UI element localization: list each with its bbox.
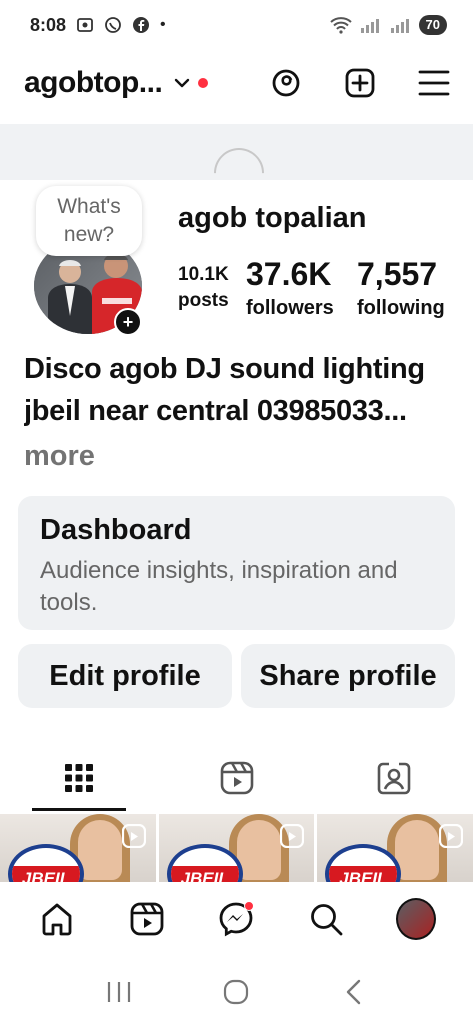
recent-apps-button[interactable] [99,972,139,1012]
tab-tagged[interactable] [315,752,473,804]
posts-value: 10.1K [178,264,229,285]
account-switcher[interactable]: agobtop... [24,66,163,100]
search-icon [311,904,343,936]
nav-search[interactable] [306,899,346,939]
followers-value: 37.6K [246,256,332,292]
dashboard-title: Dashboard [40,514,192,546]
nav-profile[interactable] [396,898,437,940]
notification-dot: • [160,16,166,33]
profile-avatar-small [396,898,437,940]
add-story-button[interactable]: + [114,308,142,336]
share-profile-button[interactable]: Share profile [241,644,455,708]
home-circle-icon [224,979,249,1005]
avatar-person-left [48,260,92,334]
reel-badge-icon [280,824,305,848]
profile-display-name: agob topalian [178,202,367,234]
tagged-icon [377,762,411,795]
whats-new-line-2: new? [63,223,115,246]
recent-apps-icon [107,982,130,1002]
threads-icon[interactable] [269,66,303,100]
grid-post-thumbnail[interactable]: JBEIL [317,814,473,882]
profile-content-tabs [0,752,473,812]
posts-grid: JBEIL JBEIL JBEIL [0,814,473,882]
screenshot-icon [76,16,94,34]
followers-count[interactable]: 37.6K followers [246,256,334,320]
back-icon [346,979,361,1005]
following-label: following [357,297,445,319]
nav-messenger[interactable] [216,899,256,939]
grid-post-thumbnail[interactable]: JBEIL [0,814,156,882]
reels-icon [130,902,164,936]
signal-icon-2 [389,16,413,34]
menu-icon[interactable] [417,66,451,100]
profile-bio: Disco agob DJ sound lighting jbeil near … [24,348,454,432]
whats-new-line-1: What's [57,195,121,218]
status-time: 8:08 [30,14,67,35]
bottom-navigation [0,888,473,950]
whats-new-bubble[interactable]: What's new? [36,186,142,256]
home-button[interactable] [216,972,256,1012]
active-tab-indicator [32,808,126,811]
reel-badge-icon [439,824,464,848]
nav-reels[interactable] [127,899,167,939]
professional-dashboard-card[interactable]: Dashboard Audience insights, inspiration… [18,496,455,630]
tab-reels[interactable] [158,752,316,804]
facebook-icon [132,16,150,34]
signal-icon [359,16,383,34]
followers-label: followers [246,297,334,319]
following-value: 7,557 [357,256,438,292]
grid-icon [64,764,93,792]
wifi-icon [329,16,353,34]
home-icon [42,903,72,936]
refresh-loading-area [0,124,473,180]
edit-profile-button[interactable]: Edit profile [18,644,232,708]
bio-line-2: jbeil near central 03985033... [24,395,407,427]
loading-spinner-icon [203,137,275,180]
chevron-down-icon[interactable] [174,74,192,92]
profile-header: agobtop... [0,56,473,110]
posts-label: posts [178,290,229,311]
status-bar: 8:08 • 70 [0,0,473,50]
battery-level: 70 [418,15,447,35]
whatsapp-icon [104,16,122,34]
new-post-icon[interactable] [343,66,377,100]
reels-icon [220,761,253,795]
nav-home[interactable] [37,899,77,939]
posts-count[interactable]: 10.1K posts [178,256,229,312]
tab-posts-grid[interactable] [0,752,158,804]
bio-line-1: Disco agob DJ sound lighting [24,353,425,385]
notification-dot-red [198,78,209,88]
following-count[interactable]: 7,557 following [357,256,445,320]
back-button[interactable] [334,972,374,1012]
bio-more-link[interactable]: more [24,440,95,473]
dashboard-subtitle: Audience insights, inspiration and tools… [40,557,398,616]
grid-post-thumbnail[interactable]: JBEIL [158,814,315,882]
reel-badge-icon [121,824,146,848]
system-navigation-bar [0,960,473,1024]
